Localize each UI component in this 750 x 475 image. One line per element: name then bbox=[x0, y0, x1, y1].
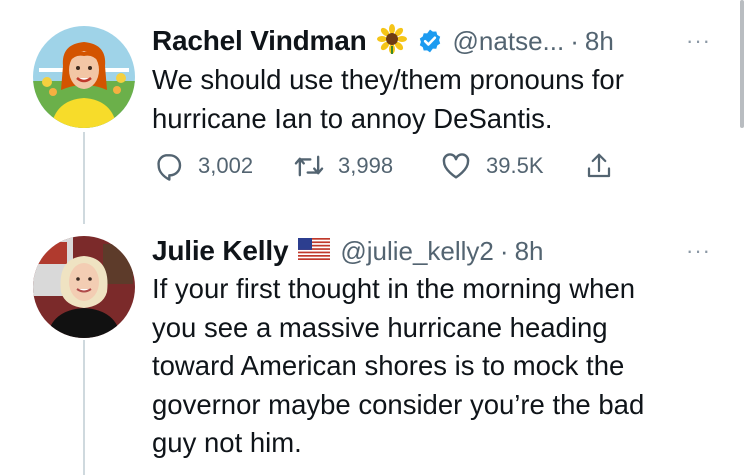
verified-badge-icon[interactable] bbox=[417, 28, 443, 54]
sunflower-icon bbox=[376, 23, 407, 59]
tweet-header: Rachel Vindman @natse... · 8h bbox=[152, 23, 614, 59]
display-name[interactable]: Julie Kelly bbox=[152, 235, 289, 267]
display-name[interactable]: Rachel Vindman bbox=[152, 25, 367, 57]
separator-dot: · bbox=[570, 25, 579, 56]
retweet-button[interactable]: 3,998 bbox=[292, 150, 440, 182]
separator-dot: · bbox=[499, 235, 509, 266]
tweet-text: If your first thought in the morning whe… bbox=[152, 273, 645, 458]
timestamp[interactable]: 8h bbox=[585, 26, 614, 57]
heart-icon bbox=[442, 153, 470, 179]
avatar[interactable] bbox=[33, 236, 135, 338]
us-flag-icon bbox=[298, 237, 331, 265]
more-options-icon[interactable]: ··· bbox=[686, 28, 711, 54]
retweet-count: 3,998 bbox=[338, 153, 394, 178]
avatar[interactable] bbox=[33, 26, 135, 128]
timestamp[interactable]: 8h bbox=[515, 236, 544, 267]
handle[interactable]: @julie_kelly2 bbox=[340, 236, 494, 267]
tweet-header: Julie Kelly @julie_kelly2 · 8h bbox=[152, 234, 543, 268]
retweet-icon bbox=[294, 155, 324, 177]
reply-icon bbox=[157, 154, 182, 181]
more-options-icon[interactable]: ··· bbox=[686, 238, 711, 264]
share-button[interactable] bbox=[584, 150, 614, 182]
thread-line bbox=[83, 340, 85, 475]
reply-button[interactable]: 3,002 bbox=[152, 150, 292, 182]
thread-line bbox=[83, 132, 85, 224]
tweet-actions: 3,002 3,998 39.5K bbox=[152, 150, 614, 182]
tweet-text: We should use they/them pronouns for hur… bbox=[152, 64, 624, 134]
reply-count: 3,002 bbox=[198, 153, 254, 178]
scrollbar[interactable] bbox=[740, 0, 744, 128]
share-icon bbox=[587, 153, 611, 178]
like-count: 39.5K bbox=[486, 153, 544, 178]
like-button[interactable]: 39.5K bbox=[440, 150, 584, 182]
handle[interactable]: @natse... bbox=[453, 26, 565, 57]
